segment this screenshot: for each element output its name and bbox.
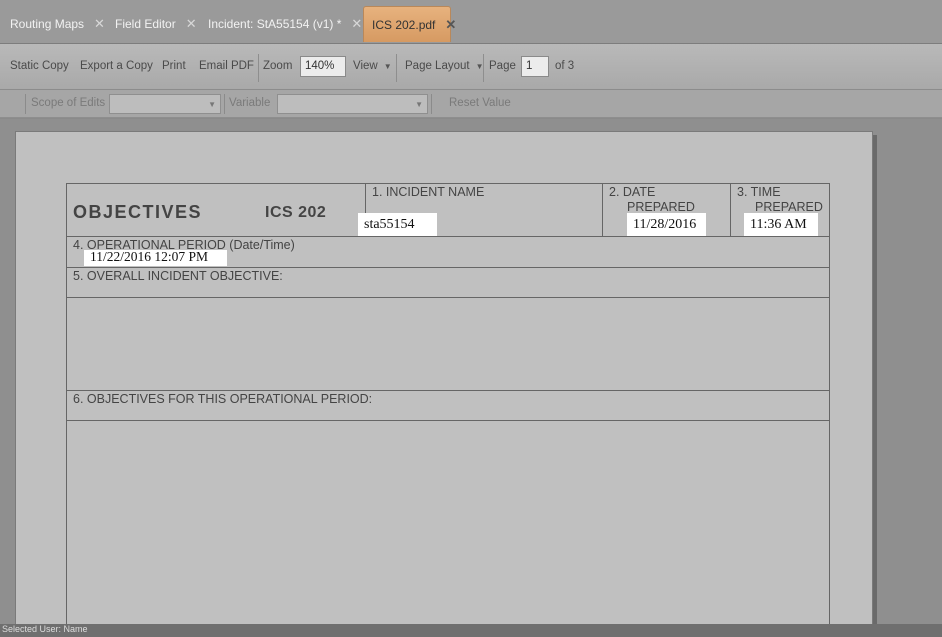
form-id: ICS 202: [265, 204, 327, 221]
toolbar-divider: [224, 94, 225, 114]
chevron-down-icon: ▼: [208, 100, 216, 109]
tab-label: Routing Maps: [10, 17, 85, 31]
incident-name-field[interactable]: sta55154: [358, 213, 437, 237]
page-number-input[interactable]: 1: [521, 56, 549, 77]
tab-label: Incident: StA55154 (v1) *: [208, 17, 342, 31]
incident-name-label: 1. INCIDENT NAME: [372, 185, 485, 199]
page-layout-label: Page Layout: [405, 60, 470, 72]
chevron-down-icon: ▼: [415, 100, 423, 109]
variable-label: Variable: [229, 97, 271, 109]
tab-incident[interactable]: Incident: StA55154 (v1) * ✕: [200, 6, 370, 42]
toolbar-divider: [483, 54, 484, 82]
tab-routing-maps[interactable]: Routing Maps ✕: [2, 6, 113, 42]
edit-toolbar: Scope of Edits ▼ Variable ▼ Reset Value: [0, 90, 942, 118]
status-bar: Selected User: Name: [0, 624, 942, 637]
operational-period-field[interactable]: 11/22/2016 12:07 PM: [84, 250, 227, 266]
time-prepared-field[interactable]: 11:36 AM: [744, 213, 818, 237]
overall-objective-header: 5. OVERALL INCIDENT OBJECTIVE:: [66, 267, 830, 298]
scope-of-edits-select[interactable]: ▼: [109, 94, 221, 114]
toolbar-divider: [25, 94, 26, 114]
variable-select[interactable]: ▼: [277, 94, 428, 114]
tab-label: Field Editor: [115, 17, 176, 31]
view-menu-button[interactable]: View ▼: [353, 60, 392, 72]
page-layout-menu-button[interactable]: Page Layout ▼: [405, 60, 484, 72]
date-label-line1: 2. DATE: [609, 185, 656, 199]
close-icon[interactable]: ✕: [445, 17, 456, 33]
email-pdf-button[interactable]: Email PDF: [199, 60, 254, 72]
tab-label: ICS 202.pdf: [372, 17, 436, 32]
scope-of-edits-label: Scope of Edits: [31, 97, 106, 109]
toolbar-divider: [431, 94, 432, 114]
objectives-area[interactable]: [66, 420, 830, 624]
reset-value-button[interactable]: Reset Value: [449, 97, 511, 109]
overall-objective-area[interactable]: [66, 297, 830, 391]
tab-strip: Routing Maps ✕ Field Editor ✕ Incident: …: [0, 0, 942, 44]
objectives-header: 6. OBJECTIVES FOR THIS OPERATIONAL PERIO…: [66, 390, 830, 421]
time-label-line1: 3. TIME: [737, 185, 781, 199]
chevron-down-icon: ▼: [383, 62, 392, 71]
objectives-label: 6. OBJECTIVES FOR THIS OPERATIONAL PERIO…: [73, 392, 373, 406]
zoom-input[interactable]: 140%: [300, 56, 346, 77]
tab-field-editor[interactable]: Field Editor ✕: [107, 6, 205, 42]
print-button[interactable]: Print: [162, 60, 186, 72]
date-label-line2: PREPARED: [627, 200, 695, 214]
view-label: View: [353, 60, 378, 72]
static-copy-button[interactable]: Static Copy: [10, 60, 69, 72]
pdf-viewport[interactable]: OBJECTIVES ICS 202 1. INCIDENT NAME 2. D…: [0, 119, 942, 624]
page-count: of 3: [555, 60, 575, 72]
close-icon[interactable]: ✕: [351, 16, 362, 32]
pdf-page: OBJECTIVES ICS 202 1. INCIDENT NAME 2. D…: [15, 131, 873, 624]
close-icon[interactable]: ✕: [186, 16, 197, 32]
page-label: Page: [489, 60, 516, 72]
close-icon[interactable]: ✕: [94, 16, 105, 32]
form-title: OBJECTIVES: [73, 202, 203, 222]
toolbar-divider: [396, 54, 397, 82]
tab-ics-202-pdf[interactable]: ICS 202.pdf ✕: [363, 6, 456, 42]
title-cell: OBJECTIVES ICS 202: [66, 183, 366, 237]
export-copy-button[interactable]: Export a Copy: [80, 60, 153, 72]
overall-objective-label: 5. OVERALL INCIDENT OBJECTIVE:: [73, 269, 283, 283]
date-prepared-field[interactable]: 11/28/2016: [627, 213, 706, 237]
toolbar-divider: [258, 54, 259, 82]
pdf-toolbar: Static Copy Export a Copy Print Email PD…: [0, 44, 942, 117]
time-label-line2: PREPARED: [755, 200, 823, 214]
zoom-label: Zoom: [263, 60, 293, 72]
